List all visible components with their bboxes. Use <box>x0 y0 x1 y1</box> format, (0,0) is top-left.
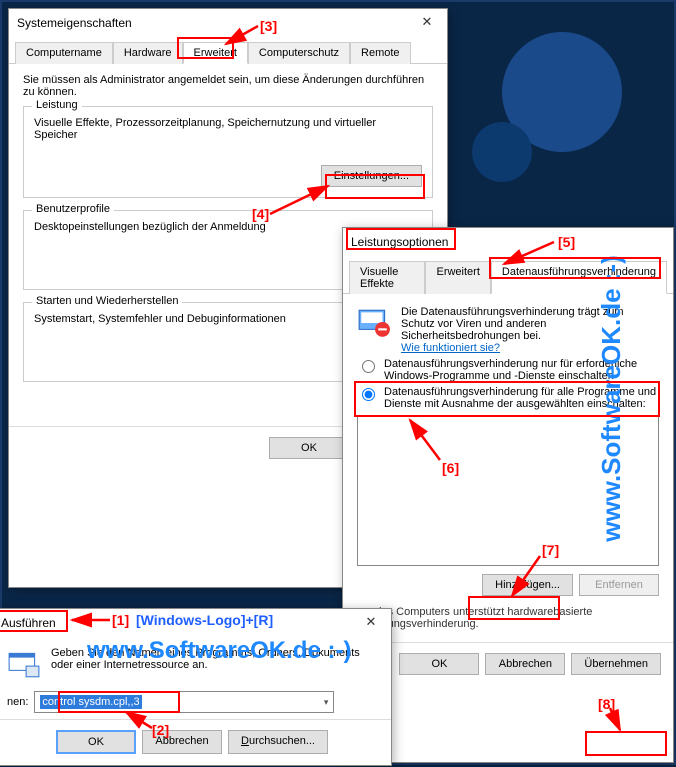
tab-remote[interactable]: Remote <box>350 42 411 64</box>
sysprops-tabs: Computername Hardware Erweitert Computer… <box>9 37 447 64</box>
run-ok-button[interactable]: OK <box>56 730 136 754</box>
perfopt-title: Leistungsoptionen <box>351 235 448 249</box>
close-icon[interactable]: ✕ <box>407 9 447 35</box>
tab-computerschutz[interactable]: Computerschutz <box>248 42 350 64</box>
run-icon <box>7 647 41 681</box>
group-leistung: Leistung Visuelle Effekte, Prozessorzeit… <box>23 106 433 198</box>
perfopt-cancel-button[interactable]: Abbrechen <box>485 653 565 675</box>
run-title: Ausführen <box>1 616 56 630</box>
run-close-icon[interactable]: ✕ <box>351 609 391 635</box>
legend-profiles: Benutzerprofile <box>32 203 114 215</box>
cpu-dep-note: zor des Computers unterstützt hardwareba… <box>357 606 659 630</box>
remove-button: Entfernen <box>579 574 659 596</box>
run-desc: Geben Sie den Namen eines Programms, Ord… <box>51 647 377 671</box>
run-dialog: Ausführen ✕ Geben Sie den Namen eines Pr… <box>0 608 392 766</box>
chevron-down-icon[interactable]: ▾ <box>324 697 329 708</box>
tab-computername[interactable]: Computername <box>15 42 113 64</box>
run-input-value: control sysdm.cpl,,3 <box>40 695 141 709</box>
shield-icon <box>357 306 391 340</box>
dep-desc: Die Datenausführungsverhinderung trägt z… <box>401 306 624 342</box>
sysprops-titlebar: Systemeigenschaften ✕ <box>9 9 447 37</box>
perfopt-titlebar: Leistungsoptionen <box>343 228 673 256</box>
admin-note: Sie müssen als Administrator angemeldet … <box>23 74 433 98</box>
perf-text: Visuelle Effekte, Prozessorzeitplanung, … <box>34 117 422 141</box>
run-titlebar: Ausführen ✕ <box>0 609 391 637</box>
sysprops-title: Systemeigenschaften <box>17 16 132 30</box>
radio-all-input[interactable] <box>362 388 375 401</box>
perfopt-apply-button[interactable]: Übernehmen <box>571 653 661 675</box>
tab-hardware[interactable]: Hardware <box>113 42 183 64</box>
tab-perfopt-erweitert[interactable]: Erweitert <box>425 261 490 294</box>
run-cancel-button[interactable]: Abbrechen <box>142 730 222 754</box>
radio-essential-label: Datenausführungsverhinderung nur für erf… <box>384 358 659 382</box>
dep-radio-all[interactable]: Datenausführungsverhinderung für alle Pr… <box>357 386 659 410</box>
legend-leistung: Leistung <box>32 99 82 111</box>
perf-settings-button[interactable]: Einstellungen... <box>321 165 422 187</box>
tab-erweitert[interactable]: Erweitert <box>183 42 248 64</box>
add-button[interactable]: Hinzufügen... <box>482 574 573 596</box>
dep-radio-essential[interactable]: Datenausführungsverhinderung nur für erf… <box>357 358 659 382</box>
radio-all-label: Datenausführungsverhinderung für alle Pr… <box>384 386 659 410</box>
dep-how-link[interactable]: Wie funktioniert sie? <box>401 342 659 354</box>
run-input[interactable]: control sysdm.cpl,,3 ▾ <box>34 691 334 713</box>
run-open-label: nen: <box>7 696 28 708</box>
dep-exception-list[interactable] <box>357 416 659 566</box>
perfopt-ok-button[interactable]: OK <box>399 653 479 675</box>
run-button-row: OK Abbrechen DDurchsuchen...urchsuchen..… <box>0 719 391 764</box>
tab-visuelle-effekte[interactable]: Visuelle Effekte <box>349 261 425 294</box>
legend-startup: Starten und Wiederherstellen <box>32 295 182 307</box>
radio-essential-input[interactable] <box>362 360 375 373</box>
sysprops-ok-button[interactable]: OK <box>269 437 349 459</box>
run-browse-button[interactable]: DDurchsuchen...urchsuchen... <box>228 730 328 754</box>
perfopt-button-row: OK Abbrechen Übernehmen <box>343 642 673 685</box>
perfopt-tabs: Visuelle Effekte Erweitert Datenausführu… <box>343 256 673 294</box>
tab-dep[interactable]: Datenausführungsverhinderung <box>491 261 667 294</box>
